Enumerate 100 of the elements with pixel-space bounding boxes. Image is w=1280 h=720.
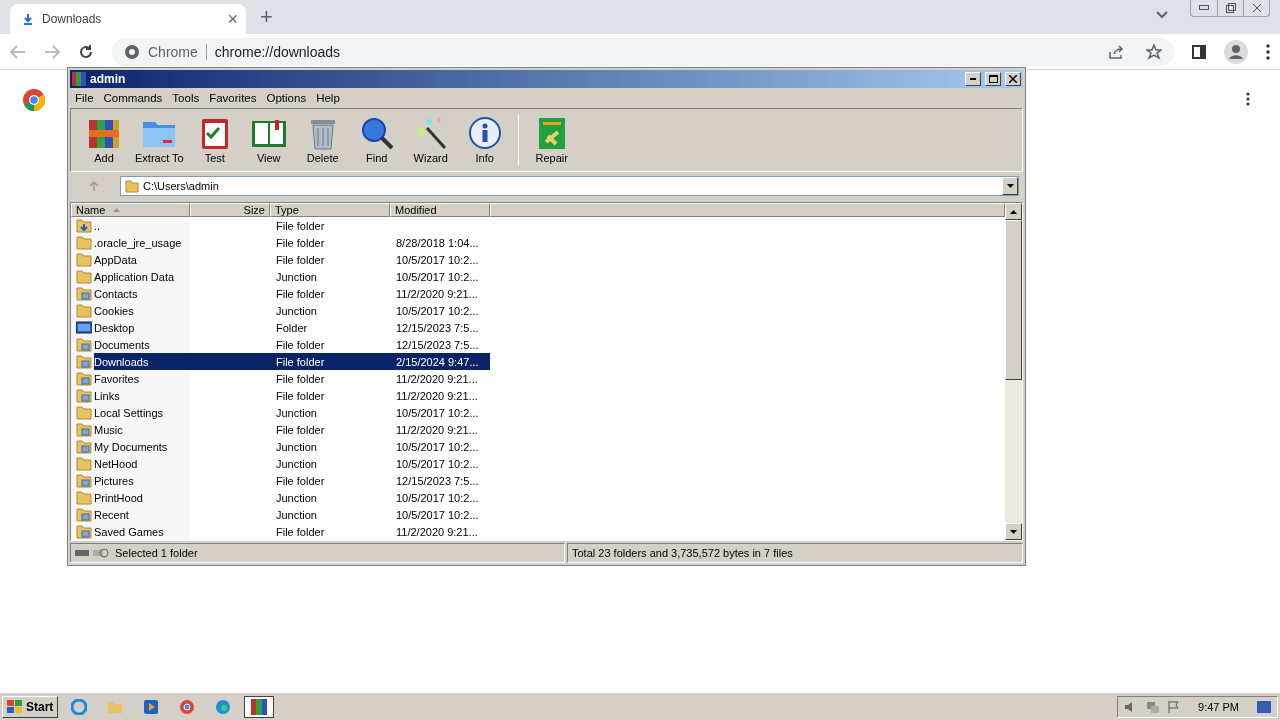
column-header[interactable]: Modified xyxy=(390,203,490,217)
modified-date: 8/28/2018 1:04... xyxy=(395,235,480,251)
info-icon xyxy=(466,116,503,150)
minimize-icon xyxy=(970,78,976,80)
minimize-icon xyxy=(1199,5,1209,11)
windows-logo-icon xyxy=(7,699,23,714)
modified-date: 10/5/2017 10:2... xyxy=(395,439,480,455)
folder-icon xyxy=(76,354,92,369)
modified-date: 11/2/2020 9:21... xyxy=(395,371,479,387)
file-type: File folder xyxy=(275,388,326,404)
modified-date: 11/2/2020 9:21... xyxy=(395,524,479,540)
star-icon[interactable] xyxy=(1146,43,1162,60)
menu-icon[interactable] xyxy=(1266,43,1270,60)
folder-icon xyxy=(76,507,92,522)
reload-icon[interactable] xyxy=(78,43,94,60)
folder-icon xyxy=(76,388,92,403)
folder-icon xyxy=(125,179,139,193)
toolbar-button[interactable]: Extract To xyxy=(131,116,188,164)
toolbar-button[interactable]: Add xyxy=(77,116,131,164)
chrome-logo-icon xyxy=(22,88,46,112)
up-arrow-icon xyxy=(88,180,100,192)
file-type: File folder xyxy=(275,422,326,438)
show-desktop-icon[interactable] xyxy=(1257,700,1271,713)
browser-tab[interactable]: Downloads × xyxy=(10,4,246,34)
dropdown-button[interactable] xyxy=(1002,177,1018,195)
drive-icon xyxy=(75,548,109,558)
modified-date: 12/15/2023 7:5... xyxy=(395,320,480,336)
column-header[interactable]: Type xyxy=(270,203,390,217)
modified-date: 12/15/2023 7:5... xyxy=(395,337,480,353)
path-field[interactable]: C:\Users\admin xyxy=(120,176,1019,196)
folder-icon xyxy=(76,473,92,488)
restore-icon xyxy=(1225,3,1236,13)
profile-avatar-icon[interactable] xyxy=(1224,39,1248,64)
file-type: File folder xyxy=(275,218,326,234)
file-type: File folder xyxy=(275,473,326,489)
modified-date: 11/2/2020 9:21... xyxy=(395,286,479,302)
file-type: File folder xyxy=(275,252,326,268)
file-type: File folder xyxy=(270,353,390,370)
toolbar-button[interactable]: Delete xyxy=(295,116,350,164)
desktop-icon xyxy=(76,320,92,335)
menu-item[interactable]: File xyxy=(70,92,99,104)
modified-date: 11/2/2020 9:21... xyxy=(395,388,479,404)
chevron-down-icon[interactable] xyxy=(1156,11,1168,19)
modified-date: 10/5/2017 10:2... xyxy=(395,490,480,506)
scrollbar[interactable] xyxy=(1005,203,1022,540)
menu-item[interactable]: Favorites xyxy=(204,92,262,104)
url-text: chrome://downloads xyxy=(214,43,341,60)
status-text: Selected 1 folder xyxy=(115,547,198,559)
file-type: Junction xyxy=(275,269,318,285)
folder-icon xyxy=(76,439,92,454)
sort-ascending-icon xyxy=(113,208,121,212)
toolbar-button[interactable]: Info xyxy=(457,116,512,164)
folder-icon xyxy=(76,337,92,352)
modified-date: 10/5/2017 10:2... xyxy=(395,269,480,285)
column-header[interactable]: Size xyxy=(190,203,270,217)
folder-icon xyxy=(76,422,92,437)
winrar-taskbar-icon[interactable] xyxy=(244,695,275,718)
file-type: Junction xyxy=(275,490,318,506)
modified-date: 11/2/2020 9:21... xyxy=(395,422,479,438)
address-bar[interactable]: Chrome chrome://downloads xyxy=(112,37,1174,66)
menu-item[interactable]: Help xyxy=(311,92,345,104)
file-type: File folder xyxy=(275,337,326,353)
toolbar-button[interactable]: Wizard xyxy=(403,116,458,164)
menu-item[interactable]: Tools xyxy=(167,92,205,104)
maximize-icon xyxy=(988,75,998,83)
menu-item[interactable]: Options xyxy=(261,92,312,104)
file-type: Junction xyxy=(275,439,318,455)
modified-date: 10/5/2017 10:2... xyxy=(395,303,480,319)
scroll-up-icon xyxy=(1010,209,1017,214)
tab-close-button[interactable]: × xyxy=(227,8,238,30)
new-tab-button[interactable]: + xyxy=(260,4,273,30)
caret-icon xyxy=(1006,184,1014,188)
status-text: Total 23 folders and 3,735,572 bytes in 7 files xyxy=(572,547,793,559)
flag-icon[interactable] xyxy=(1168,700,1181,713)
share-icon[interactable] xyxy=(1108,43,1124,60)
column-header[interactable]: Name xyxy=(71,203,190,217)
menu-icon[interactable] xyxy=(1246,92,1250,106)
toolbar-button[interactable]: Find xyxy=(349,116,404,164)
parent-folder-icon xyxy=(76,218,92,233)
modified-date: 10/5/2017 10:2... xyxy=(395,507,480,523)
file-type: Junction xyxy=(275,303,318,319)
toolbar-button[interactable]: Test xyxy=(187,116,242,164)
toolbar-button[interactable]: View xyxy=(241,116,296,164)
file-type: Folder xyxy=(275,320,309,336)
modified-date: 12/15/2023 7:5... xyxy=(395,473,480,489)
file-type: Junction xyxy=(275,405,318,421)
close-icon xyxy=(1009,75,1017,83)
start-button[interactable]: Start xyxy=(2,695,59,718)
folder-icon xyxy=(76,524,92,539)
folder-icon xyxy=(76,371,92,386)
file-name[interactable]: Downloads xyxy=(94,353,190,370)
toolbar-button[interactable]: Repair xyxy=(524,116,579,164)
file-type: Junction xyxy=(275,456,318,472)
minimize-button[interactable] xyxy=(965,72,981,86)
maximize-button[interactable] xyxy=(985,72,1001,86)
menu-item[interactable]: Commands xyxy=(98,92,168,104)
side-panel-icon[interactable] xyxy=(1192,44,1206,59)
chrome-logo-icon xyxy=(124,43,140,60)
window-title: admin xyxy=(90,72,127,86)
modified-date: 10/5/2017 10:2... xyxy=(395,456,480,472)
